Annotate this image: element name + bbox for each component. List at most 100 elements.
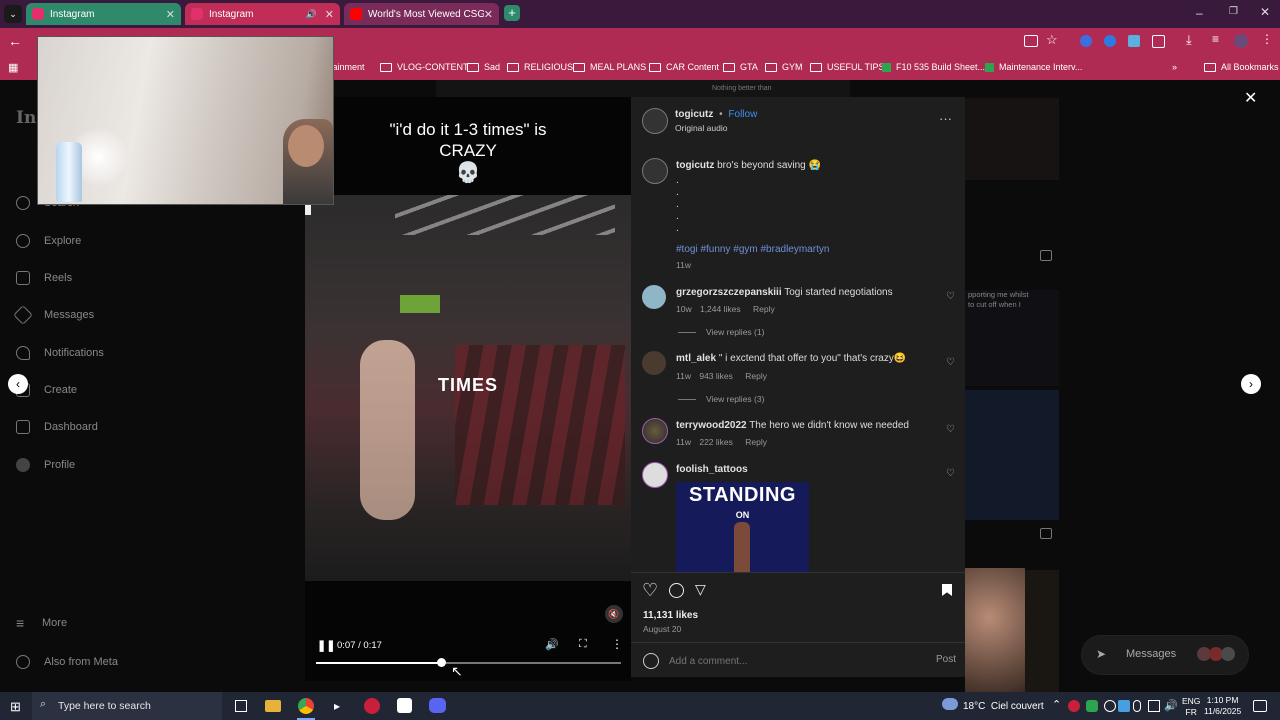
back-arrow-icon[interactable]: ← <box>8 33 22 49</box>
reply-button[interactable]: Reply <box>745 437 767 447</box>
caption-username[interactable]: togicutz <box>676 160 714 171</box>
pause-icon[interactable]: ❚❚ <box>317 639 335 652</box>
like-comment-heart-icon[interactable]: ♡ <box>946 468 955 479</box>
reply-button[interactable]: Reply <box>753 304 775 314</box>
app-icon[interactable]: ▸ <box>334 699 340 713</box>
video-frame[interactable]: TIMES <box>305 195 631 581</box>
bookmark-item[interactable]: Maintenance Interv... <box>985 62 1082 72</box>
bookmark-folder[interactable]: MEAL PLANS <box>573 62 646 72</box>
previous-post-chevron-icon[interactable]: ‹ <box>8 374 28 394</box>
profile-avatar[interactable] <box>1234 34 1248 48</box>
download-icon[interactable]: ⤓ <box>1186 32 1192 48</box>
tray-app-icon[interactable] <box>1086 700 1098 712</box>
save-bookmark-icon[interactable] <box>942 584 952 596</box>
tab-search-button[interactable]: ⌄ <box>4 5 22 23</box>
windows-start-icon[interactable]: ⊞ <box>10 699 21 715</box>
avatar[interactable] <box>642 285 666 309</box>
like-comment-heart-icon[interactable]: ♡ <box>946 357 955 368</box>
file-explorer-icon[interactable] <box>265 700 281 712</box>
extension-icon[interactable] <box>1128 35 1140 47</box>
emoji-icon[interactable] <box>643 653 659 669</box>
nav-also-from-meta[interactable]: Also from Meta <box>16 655 118 669</box>
new-tab-button[interactable]: + <box>504 5 520 21</box>
comment-likes[interactable]: 1,244 likes <box>700 304 741 314</box>
close-tab-icon[interactable]: ✕ <box>325 8 334 21</box>
bookmark-item[interactable]: F10 535 Build Sheet... <box>882 62 985 72</box>
close-modal-icon[interactable]: ✕ <box>1244 88 1257 108</box>
post-comment-button[interactable]: Post <box>936 654 956 665</box>
share-send-icon[interactable]: ▽ <box>695 581 706 598</box>
bookmark-folder[interactable]: CAR Content <box>649 62 719 72</box>
comment-likes[interactable]: 222 likes <box>699 437 733 447</box>
minimize-button[interactable]: – <box>1196 6 1203 20</box>
avatar[interactable] <box>642 418 668 444</box>
comment-bubble-icon[interactable] <box>669 583 684 598</box>
video-progress-thumb[interactable] <box>437 658 447 667</box>
chrome-icon[interactable] <box>298 698 314 714</box>
close-tab-icon[interactable]: ✕ <box>166 8 175 21</box>
nav-notifications[interactable]: Notifications <box>16 346 104 360</box>
nav-dashboard[interactable]: Dashboard <box>16 420 98 434</box>
reading-list-icon[interactable]: ≡ <box>1212 32 1219 46</box>
browser-menu-icon[interactable]: ⋮ <box>1261 32 1273 46</box>
bookmark-folder[interactable]: GYM <box>765 62 803 72</box>
bookmark-folder[interactable]: Sad <box>467 62 500 72</box>
bookmark-star-icon[interactable]: ☆ <box>1046 32 1058 48</box>
bookmark-folder[interactable]: USEFUL TIPS <box>810 62 885 72</box>
fullscreen-icon[interactable]: ⛶ <box>579 638 587 651</box>
like-count[interactable]: 11,131 likes <box>643 610 698 621</box>
post-username[interactable]: togicutz <box>675 109 713 120</box>
bookmark-folder[interactable]: GTA <box>723 62 758 72</box>
video-more-icon[interactable]: ⋮ <box>611 637 623 651</box>
notification-center-icon[interactable] <box>1253 700 1267 712</box>
clock[interactable]: 1:10 PM 11/6/2025 <box>1204 695 1241 717</box>
comment-username[interactable]: foolish_tattoos <box>676 464 748 475</box>
video-progress-track[interactable] <box>316 658 621 667</box>
tab-instagram-2[interactable]: Instagram 🔊 ✕ <box>185 3 340 25</box>
task-view-icon[interactable] <box>235 700 247 712</box>
next-post-chevron-icon[interactable]: › <box>1241 374 1261 394</box>
apps-grid-icon[interactable]: ▦ <box>8 61 18 74</box>
reel-video-player[interactable]: "i'd do it 1-3 times" is CRAZY 💀 TIMES 🔇… <box>305 97 631 681</box>
app-icon[interactable] <box>364 698 380 714</box>
tray-app-icon[interactable] <box>1068 700 1080 712</box>
post-options-icon[interactable]: ··· <box>939 111 952 126</box>
volume-icon[interactable]: 🔊 <box>1164 699 1178 712</box>
mute-toggle-icon[interactable]: 🔇 <box>605 605 623 623</box>
comment-likes[interactable]: 943 likes <box>699 371 733 381</box>
nav-explore[interactable]: Explore <box>16 234 81 248</box>
taskbar-search-box[interactable]: ⌕ Type here to search <box>32 692 222 720</box>
speaker-icon[interactable]: 🔊 <box>306 9 317 20</box>
add-comment-input[interactable] <box>667 652 921 670</box>
bookmark-folder[interactable]: VLOG-CONTENT <box>380 62 469 72</box>
like-comment-heart-icon[interactable]: ♡ <box>946 291 955 302</box>
discord-icon[interactable] <box>429 698 446 713</box>
tray-app-icon[interactable] <box>1118 700 1130 712</box>
view-replies[interactable]: View replies (3) <box>678 394 764 404</box>
network-icon[interactable] <box>1148 700 1160 712</box>
tab-instagram-1[interactable]: Instagram ✕ <box>26 3 181 25</box>
audio-label[interactable]: Original audio <box>675 123 727 133</box>
like-heart-icon[interactable]: ♡ <box>642 580 658 601</box>
avatar[interactable] <box>642 158 668 184</box>
bookmark-item[interactable]: tainment <box>330 62 365 72</box>
messages-pill[interactable]: ➤ Messages <box>1081 635 1249 675</box>
comment-username[interactable]: mtl_alek <box>676 353 716 364</box>
reply-button[interactable]: Reply <box>745 371 767 381</box>
nav-profile[interactable]: Profile <box>16 458 75 472</box>
avatar[interactable] <box>642 351 666 375</box>
view-replies[interactable]: View replies (1) <box>678 327 764 337</box>
comment-username[interactable]: terrywood2022 <box>676 420 747 431</box>
close-window-button[interactable]: ✕ <box>1260 5 1270 19</box>
caption-hashtags[interactable]: #togi #funny #gym #bradleymartyn <box>676 244 829 255</box>
nav-messages[interactable]: Messages <box>13 305 94 325</box>
cast-icon[interactable] <box>1024 35 1038 47</box>
volume-icon[interactable]: 🔊 <box>545 638 559 651</box>
weather-text[interactable]: 18°C Ciel couvert <box>963 701 1044 712</box>
all-bookmarks-folder[interactable]: All Bookmarks <box>1204 62 1279 72</box>
like-comment-heart-icon[interactable]: ♡ <box>946 424 955 435</box>
close-tab-icon[interactable]: ✕ <box>484 8 493 21</box>
language-indicator[interactable]: ENG FR <box>1182 696 1200 718</box>
app-icon[interactable] <box>397 698 412 713</box>
comment-username[interactable]: grzegorzszczepanskiii <box>676 287 782 298</box>
